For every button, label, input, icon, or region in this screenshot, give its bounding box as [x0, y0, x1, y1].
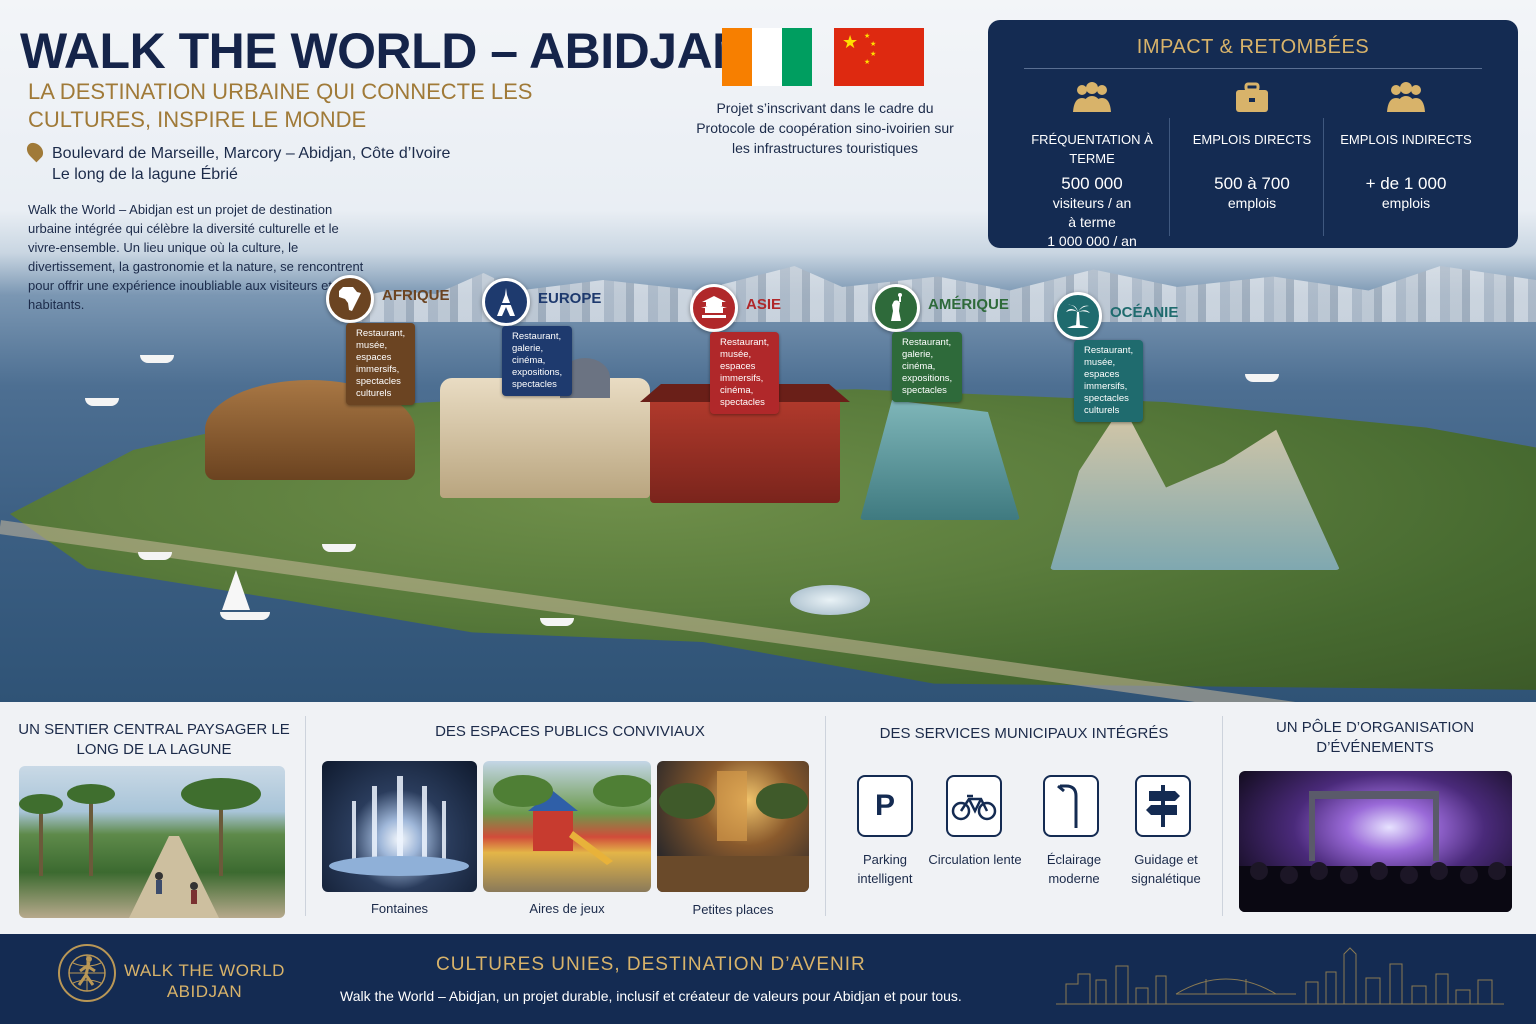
caption-playgrounds: Aires de jeux — [529, 901, 605, 916]
address-line-1: Boulevard de Marseille, Marcory – Abidja… — [52, 145, 451, 162]
star-icon: ★ — [870, 51, 877, 58]
continent-name: ASIE — [746, 296, 782, 313]
star-icon: ★ — [864, 59, 871, 66]
continent-description: Restaurant, galerie, cinéma, expositions… — [892, 332, 963, 402]
impact-value: + de 1 000 — [1365, 174, 1447, 193]
impact-title: IMPACT & RETOMBÉES — [1136, 36, 1370, 58]
bicycle-icon — [946, 775, 1002, 837]
continent-description: Restaurant, musée, espaces immersifs, ci… — [710, 332, 780, 414]
pagoda-icon — [690, 284, 738, 332]
divider — [825, 716, 826, 916]
boat — [322, 544, 356, 552]
continent-name: EUROPE — [538, 290, 602, 307]
section-title-path: UN SENTIER CENTRAL PAYSAGER LE LONG DE L… — [18, 721, 290, 758]
boat — [1245, 374, 1279, 382]
impact-indirect-jobs: EMPLOIS INDIRECTS + de 1 000 emplois — [1326, 82, 1486, 213]
page-subtitle: LA DESTINATION URBAINE QUI CONNECTE LES … — [28, 79, 533, 132]
caption-small-squares: Petites places — [692, 902, 774, 917]
sailboat — [222, 570, 250, 610]
footer-slogan: CULTURES UNIES, DESTINATION D’AVENIR — [436, 954, 866, 975]
africa-icon — [326, 275, 374, 323]
streetlight-icon — [1043, 775, 1099, 837]
continent-description: Restaurant, musée, espaces immersifs, sp… — [1074, 340, 1144, 422]
continent-description: Restaurant, galerie, cinéma, expositions… — [502, 326, 573, 396]
continent-name: AFRIQUE — [382, 287, 450, 304]
small-squares-photo — [657, 761, 809, 892]
impact-unit: emplois — [1381, 195, 1431, 211]
palm-tree-icon — [1054, 292, 1102, 340]
briefcase-icon — [1172, 82, 1332, 118]
central-fountain — [790, 585, 870, 615]
eiffel-tower-icon — [482, 278, 530, 326]
address: Boulevard de Marseille, Marcory – Abidja… — [23, 139, 451, 185]
impact-unit: visiteurs / an — [1052, 195, 1132, 211]
service-label: Éclairage moderne — [1046, 852, 1102, 886]
section-title-public-spaces: DES ESPACES PUBLICS CONVIVIAUX — [435, 723, 705, 740]
sailboat-hull — [220, 612, 270, 620]
people-icon — [1326, 82, 1486, 118]
star-icon: ★ — [842, 32, 859, 52]
divider — [305, 716, 306, 916]
features-strip: UN SENTIER CENTRAL PAYSAGER LE LONG DE L… — [0, 702, 1536, 934]
impact-value: 500 à 700 — [1214, 174, 1290, 193]
impact-label: EMPLOIS DIRECTS — [1192, 132, 1312, 147]
statue-of-liberty-icon — [872, 284, 920, 332]
parking-icon: P — [857, 775, 913, 837]
continent-description: Restaurant, musée, espaces immersifs, sp… — [346, 323, 416, 405]
intro-paragraph: Walk the World – Abidjan est un projet d… — [28, 202, 364, 312]
section-title-events: UN PÔLE D’ORGANISATION D’ÉVÉNEMENTS — [1275, 719, 1475, 756]
boat — [85, 398, 119, 406]
impact-value: 500 000 — [1061, 174, 1123, 193]
address-line-2: Le long de la lagune Ébrié — [52, 166, 238, 183]
divider — [1169, 118, 1170, 236]
impact-unit-extra: à terme — [1068, 214, 1116, 230]
page-title: WALK THE WORLD – ABIDJAN — [20, 23, 748, 79]
cooperation-text: Projet s’inscrivant dans le cadre du Pro… — [696, 100, 954, 156]
continent-name: AMÉRIQUE — [928, 296, 1009, 313]
concert-photo — [1239, 771, 1512, 912]
impact-direct-jobs: EMPLOIS DIRECTS 500 à 700 emplois — [1172, 82, 1332, 213]
boat — [540, 618, 574, 626]
signpost-icon — [1135, 775, 1191, 837]
service-label: Guidage et signalétique — [1131, 852, 1201, 886]
flag-china: ★ ★ ★ ★ ★ — [834, 28, 924, 86]
impact-label: EMPLOIS INDIRECTS — [1340, 132, 1472, 147]
footer-text: Walk the World – Abidjan, un projet dura… — [340, 988, 962, 1004]
divider — [1323, 118, 1324, 236]
service-label: Parking intelligent — [857, 852, 913, 886]
europe-pavilion — [440, 358, 650, 498]
continent-name: OCÉANIE — [1110, 304, 1179, 321]
city-skyline-outline — [1056, 947, 1504, 1005]
footer-brand: WALK THE WORLD ABIDJAN — [124, 960, 285, 1002]
people-icon — [1012, 82, 1172, 118]
caption-fountains: Fontaines — [370, 901, 429, 916]
location-pin-icon — [23, 139, 47, 163]
fountains-photo — [322, 761, 477, 892]
impact-unit-extra-value: 1 000 000 / an — [1047, 233, 1137, 249]
divider — [1222, 716, 1223, 916]
walker-globe-logo — [58, 944, 116, 1002]
footer: WALK THE WORLD ABIDJAN CULTURES UNIES, D… — [0, 934, 1536, 1024]
service-label: Circulation lente — [928, 852, 1022, 867]
footer-brand-line1: WALK THE WORLD — [124, 961, 285, 980]
section-title-services: DES SERVICES MUNICIPAUX INTÉGRÉS — [879, 725, 1169, 742]
impact-label: FRÉQUENTATION À TERME — [1031, 132, 1153, 166]
star-icon: ★ — [864, 33, 871, 40]
flag-cote-divoire — [722, 28, 812, 86]
divider — [1024, 68, 1482, 69]
footer-brand-line2: ABIDJAN — [166, 982, 243, 1001]
playground-photo — [483, 761, 651, 892]
impact-unit: emplois — [1227, 195, 1277, 211]
boat — [140, 355, 174, 363]
lagoon-path-photo — [19, 766, 285, 918]
boat — [138, 552, 172, 560]
impact-attendance: FRÉQUENTATION À TERME 500 000 visiteurs … — [1012, 82, 1172, 251]
impact-panel: IMPACT & RETOMBÉES FRÉQUENTATION À TERME… — [988, 20, 1518, 251]
star-icon: ★ — [870, 41, 877, 48]
